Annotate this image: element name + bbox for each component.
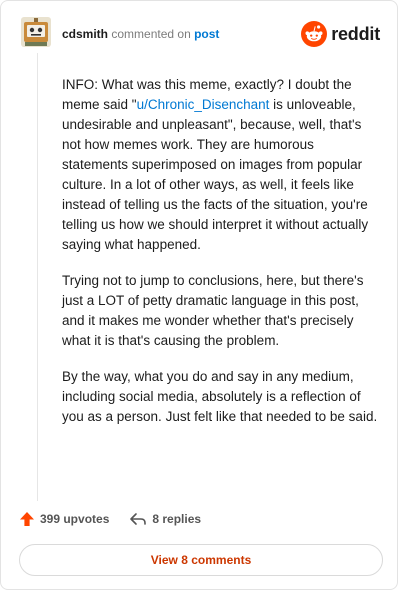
user-mention-link[interactable]: u/Chronic_Disenchant <box>137 97 270 112</box>
post-link[interactable]: post <box>194 27 219 41</box>
comment-actions: 399 upvotes 8 replies <box>19 511 201 527</box>
view-comments-button[interactable]: View 8 comments <box>19 544 383 576</box>
reddit-brand[interactable]: reddit <box>301 21 380 47</box>
action-text: commented on <box>111 27 191 41</box>
comment-card: cdsmith commented on post reddit INFO: W… <box>0 0 398 590</box>
upvote-count: 399 upvotes <box>40 512 110 526</box>
upvote-button[interactable]: 399 upvotes <box>19 511 109 527</box>
username-link[interactable]: cdsmith <box>62 27 108 41</box>
comment-paragraph-1: INFO: What was this meme, exactly? I dou… <box>62 77 369 252</box>
reddit-logo-icon <box>301 21 328 47</box>
reply-count: 8 replies <box>152 512 202 526</box>
brand-wordmark: reddit <box>331 23 380 44</box>
comment-body: INFO: What was this meme, exactly? I dou… <box>62 75 380 443</box>
comment-paragraph-3: By the way, what you do and say in any m… <box>62 369 378 424</box>
replies-button[interactable]: 8 replies <box>129 511 201 527</box>
comment-header: cdsmith commented on post <box>62 27 219 41</box>
comment-paragraph-2: Trying not to jump to conclusions, here,… <box>62 273 364 348</box>
reply-arrow-icon <box>130 513 147 525</box>
thread-line <box>37 53 38 501</box>
avatar-icon[interactable] <box>21 17 51 47</box>
upvote-arrow-icon <box>20 512 34 526</box>
